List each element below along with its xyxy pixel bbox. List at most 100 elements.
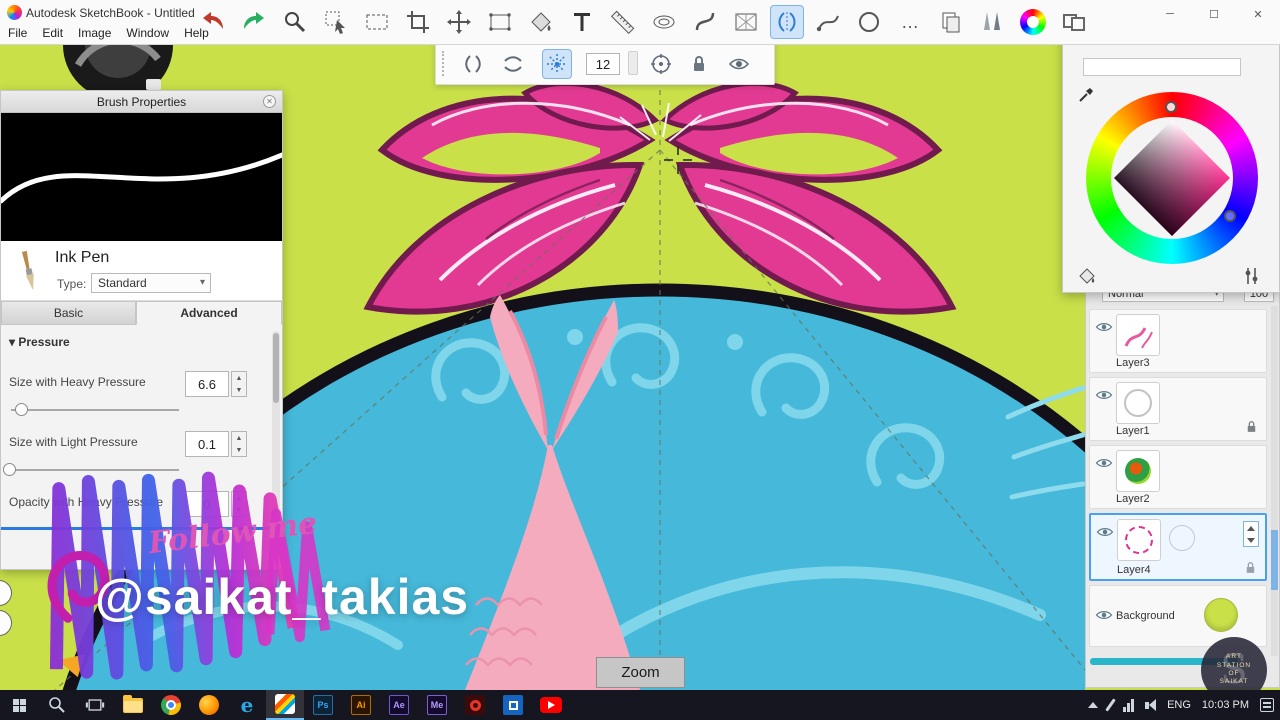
edge-icon[interactable]: e	[228, 690, 266, 720]
layer-name: Layer4	[1117, 564, 1151, 576]
brush-info-section: Ink Pen Type: Standard ▾	[1, 241, 282, 301]
hue-marker-secondary[interactable]	[1224, 210, 1236, 222]
toolbar-grip[interactable]	[442, 51, 448, 76]
size-heavy-slider[interactable]	[11, 409, 179, 411]
layer-row-layer2[interactable]: Layer2	[1089, 445, 1267, 509]
layer-row-layer3[interactable]: Layer3	[1089, 309, 1267, 373]
notification-center-icon[interactable]	[1260, 698, 1274, 712]
transform-icon[interactable]	[442, 5, 476, 39]
eye-icon[interactable]	[1095, 388, 1113, 402]
eye-icon[interactable]	[1095, 456, 1113, 470]
color-saturation-diamond[interactable]	[1114, 120, 1230, 236]
zoom-tool-icon[interactable]	[278, 5, 312, 39]
circle-tool-icon[interactable]	[852, 5, 886, 39]
layer-row-layer1[interactable]: Layer1	[1089, 377, 1267, 441]
acrobat-icon[interactable]	[456, 690, 494, 720]
paint-bucket-icon[interactable]	[1077, 266, 1097, 286]
symmetry-toolbar: 12	[435, 40, 775, 85]
media-encoder-icon[interactable]: Me	[418, 690, 456, 720]
tab-advanced[interactable]: Advanced	[136, 301, 282, 325]
tab-basic[interactable]: Basic	[1, 301, 136, 325]
tray-network-icon[interactable]	[1123, 698, 1135, 712]
perspective-icon[interactable]	[729, 5, 763, 39]
clock[interactable]: 10:03 PM	[1202, 699, 1249, 711]
undo-icon[interactable]	[196, 5, 230, 39]
brush-panel-header[interactable]: Brush Properties ✕	[1, 91, 282, 113]
distort-icon[interactable]	[483, 5, 517, 39]
username-watermark: @saikat_takias	[95, 569, 470, 625]
redo-icon[interactable]	[237, 5, 271, 39]
after-effects-icon[interactable]: Ae	[380, 690, 418, 720]
illustrator-icon[interactable]: Ai	[342, 690, 380, 720]
brush-type-dropdown[interactable]: Standard ▾	[91, 273, 211, 293]
marquee-select-icon[interactable]	[360, 5, 394, 39]
size-light-slider-knob[interactable]	[3, 463, 16, 476]
firefox-icon[interactable]	[190, 690, 228, 720]
youtube-icon[interactable]	[532, 690, 570, 720]
pressure-section-header[interactable]: ▾ Pressure	[9, 335, 70, 349]
color-hex-input[interactable]	[1083, 58, 1241, 76]
taskbar-search-icon[interactable]	[38, 690, 76, 720]
size-heavy-slider-knob[interactable]	[15, 403, 28, 416]
select-tool-icon[interactable]	[319, 5, 353, 39]
color-sliders-icon[interactable]	[1241, 266, 1261, 286]
size-heavy-value[interactable]: 6.6	[185, 371, 229, 397]
stroke-style-icon[interactable]	[811, 5, 845, 39]
radial-symmetry-icon[interactable]	[542, 49, 572, 79]
lock-icon[interactable]	[684, 49, 714, 79]
eyedropper-icon[interactable]	[1077, 86, 1095, 104]
close-button[interactable]: ✕	[1236, 0, 1280, 28]
symmetry-y-icon[interactable]	[498, 49, 528, 79]
close-icon[interactable]: ✕	[263, 95, 276, 108]
visibility-eye-icon[interactable]	[724, 49, 754, 79]
size-heavy-stepper[interactable]: ▲ ▼	[231, 371, 247, 397]
copy-paste-icon[interactable]	[934, 5, 968, 39]
more-tools-icon[interactable]: …	[893, 5, 927, 39]
symmetry-x-icon[interactable]	[458, 49, 488, 79]
chrome-icon[interactable]	[152, 690, 190, 720]
symmetry-sector-count[interactable]: 12	[586, 53, 620, 75]
eye-icon[interactable]	[1095, 320, 1113, 334]
menu-file[interactable]: File	[8, 26, 27, 40]
layers-scrollbar[interactable]	[1271, 306, 1278, 656]
app-logo-icon	[7, 5, 22, 20]
eye-icon[interactable]	[1096, 525, 1114, 539]
brush-library-icon[interactable]	[975, 5, 1009, 39]
eye-icon[interactable]	[1095, 608, 1113, 622]
layer-lock-icon[interactable]	[1245, 419, 1258, 434]
windows-taskbar: e Ps Ai Ae Me ENG 10:03 PM	[0, 690, 1280, 720]
color-wheel[interactable]	[1086, 92, 1258, 264]
color-wheel-icon[interactable]	[1016, 5, 1050, 39]
ellipse-guide-icon[interactable]	[647, 5, 681, 39]
text-tool-icon[interactable]	[565, 5, 599, 39]
background-color-swatch[interactable]	[1204, 598, 1238, 632]
hue-marker[interactable]	[1165, 101, 1177, 113]
menu-image[interactable]: Image	[78, 26, 111, 40]
language-indicator[interactable]: ENG	[1167, 699, 1191, 711]
menu-window[interactable]: Window	[126, 26, 169, 40]
fill-bucket-icon[interactable]	[524, 5, 558, 39]
workspace-toggle-icon[interactable]	[1057, 5, 1091, 39]
sketchbook-taskbar-icon[interactable]	[266, 690, 304, 720]
file-explorer-icon[interactable]	[114, 690, 152, 720]
tray-chevron-up-icon[interactable]	[1088, 702, 1099, 708]
tray-volume-icon[interactable]	[1145, 699, 1157, 711]
layers-panel: Normal ▾ 100 Layer3 Layer1 Layer2 Layer4…	[1085, 283, 1280, 688]
photoshop-icon[interactable]: Ps	[304, 690, 342, 720]
symmetry-tool-icon[interactable]	[770, 5, 804, 39]
rotation-dial-icon[interactable]	[646, 49, 676, 79]
blue-app-icon[interactable]	[494, 690, 532, 720]
tray-pen-icon[interactable]	[1105, 698, 1116, 712]
layer-row-layer4-selected[interactable]: Layer4	[1089, 513, 1267, 581]
crop-icon[interactable]	[401, 5, 435, 39]
ruler-icon[interactable]	[606, 5, 640, 39]
menu-edit[interactable]: Edit	[42, 26, 63, 40]
task-view-icon[interactable]	[76, 690, 114, 720]
minimize-button[interactable]: ─	[1148, 0, 1192, 28]
french-curve-icon[interactable]	[688, 5, 722, 39]
layer-reorder-handle[interactable]	[1243, 521, 1259, 547]
maximize-button[interactable]: ☐	[1192, 0, 1236, 28]
zoom-button[interactable]: Zoom	[596, 657, 685, 688]
layer-lock-icon[interactable]	[1244, 560, 1257, 575]
start-button[interactable]	[0, 690, 38, 720]
